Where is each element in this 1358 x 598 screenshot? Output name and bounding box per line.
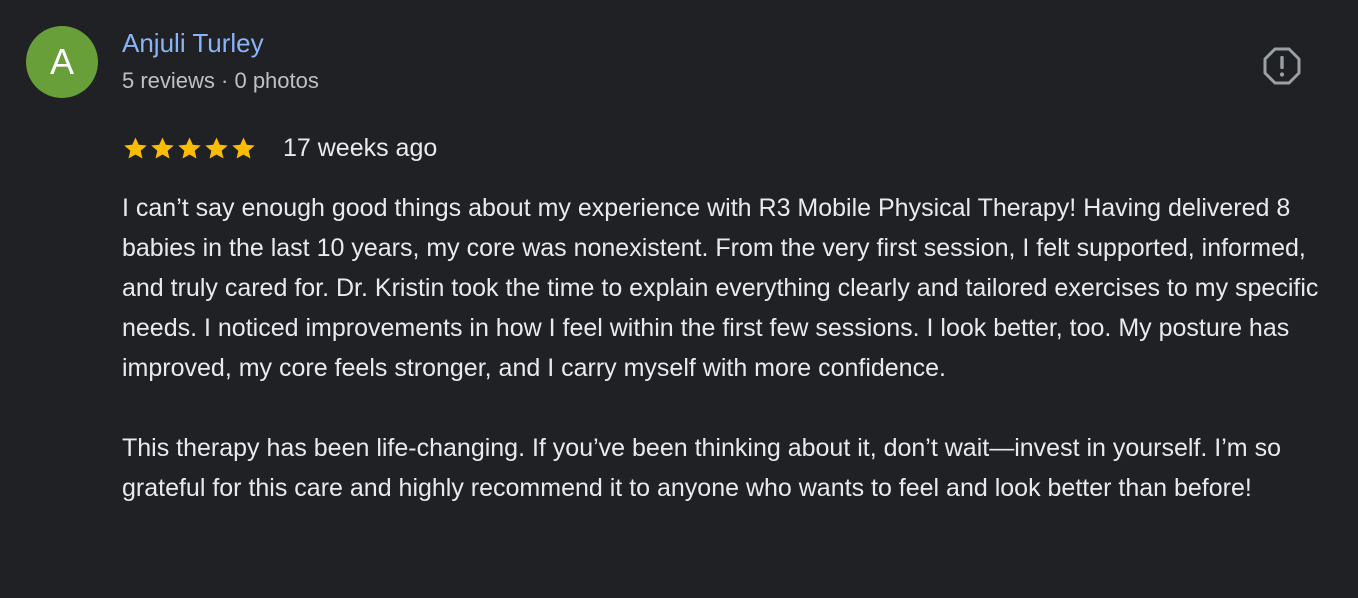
octagon-alert-icon <box>1263 47 1301 85</box>
review-text: I can’t say enough good things about my … <box>122 188 1344 508</box>
author-meta: 5 reviews · 0 photos <box>122 68 319 93</box>
review-card: A Anjuli Turley 5 reviews · 0 photos 17 … <box>0 0 1358 598</box>
star-rating <box>122 135 257 162</box>
review-date: 17 weeks ago <box>283 133 438 162</box>
avatar[interactable]: A <box>26 26 98 98</box>
review-paragraph: This therapy has been life-changing. If … <box>122 434 1281 502</box>
star-icon <box>232 136 255 159</box>
star-icon <box>178 136 201 159</box>
review-paragraph: I can’t say enough good things about my … <box>122 194 1319 382</box>
star-icon <box>205 136 228 159</box>
rating-row: 17 weeks ago <box>122 130 437 166</box>
avatar-letter: A <box>49 41 74 82</box>
star-icon <box>151 136 174 159</box>
author-name-link[interactable]: Anjuli Turley <box>122 28 264 59</box>
star-icon <box>124 136 147 159</box>
report-icon[interactable] <box>1262 46 1302 86</box>
